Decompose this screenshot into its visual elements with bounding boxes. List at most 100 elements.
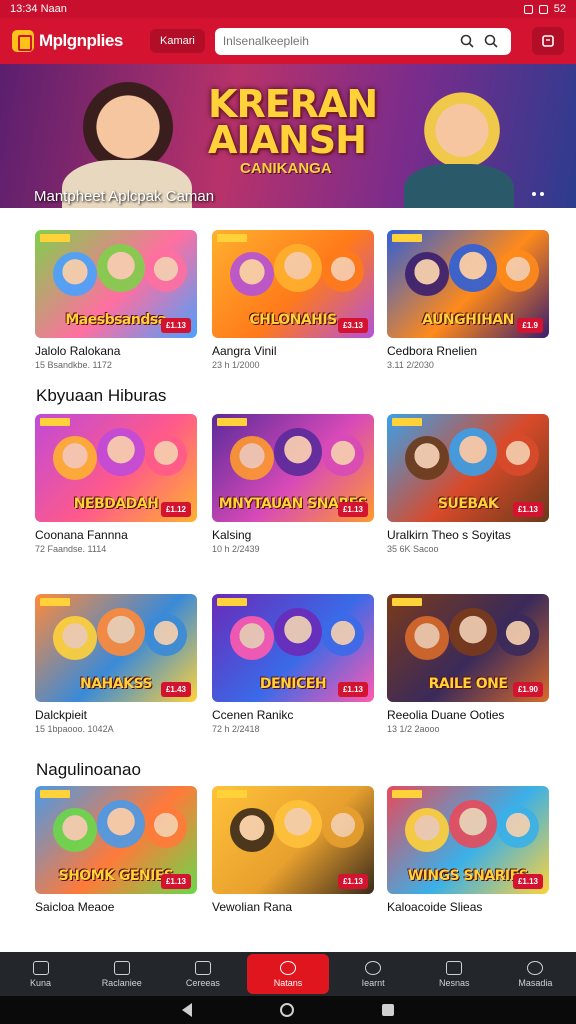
nav-item-2[interactable]: Cereeas (162, 952, 243, 996)
app-logo[interactable]: Mplgnplies (12, 30, 140, 52)
battery-level: 52 (553, 3, 566, 15)
game-title[interactable]: Reeolia Duane Ooties (387, 708, 549, 722)
price-badge[interactable]: £1.13 (337, 874, 368, 889)
game-character-art (322, 250, 364, 292)
hero-banner[interactable]: KRERAN AIANSH CANIKANGA Mantpheet Aplcpa… (0, 64, 576, 208)
game-title[interactable]: Dalckpieit (35, 708, 197, 722)
hero-character-right-body (404, 164, 514, 208)
cart-button[interactable] (532, 27, 564, 55)
game-character-art (274, 244, 322, 292)
nav-item-3[interactable]: Natans (247, 954, 329, 994)
game-title[interactable]: Saicloa Meaoe (35, 900, 197, 914)
nav-item-6[interactable]: Masadia (495, 952, 576, 996)
nav-item-5[interactable]: Nesnas (414, 952, 495, 996)
game-title[interactable]: Ccenen Ranikc (212, 708, 374, 722)
game-title[interactable]: Aangra Vinil (212, 344, 374, 358)
game-thumbnail[interactable]: MNYTAUAN SNARES £1.13 (212, 414, 374, 522)
game-character-art (405, 252, 449, 296)
price-badge[interactable]: £1.13 (160, 874, 191, 889)
game-thumbnail[interactable]: DENICEH £1.13 (212, 594, 374, 702)
promo-tag (392, 234, 422, 242)
carousel-indicator[interactable] (532, 192, 544, 196)
game-character-art (53, 436, 97, 480)
nav-label: Kuna (30, 977, 52, 988)
home-circle-icon[interactable] (280, 1003, 294, 1017)
nav-item-0[interactable]: Kuna (0, 952, 81, 996)
price-badge[interactable]: £1.13 (337, 682, 368, 697)
price-badge[interactable]: £1.13 (337, 502, 368, 517)
game-title[interactable]: Vewolian Rana (212, 900, 374, 914)
game-meta: 23 h 1/2000 (212, 360, 260, 370)
section-title-3: Nagulinoanao (36, 760, 141, 779)
game-card[interactable]: RAILE ONE £1.90 Reeolia Duane Ooties 13 1/2… (387, 594, 549, 734)
recent-apps-icon[interactable] (382, 1004, 394, 1016)
game-thumbnail[interactable]: SHOMK GENIES £1.13 (35, 786, 197, 894)
game-thumbnail[interactable]: Maesbsandsa £1.13 (35, 230, 197, 338)
game-character-art (145, 250, 187, 292)
game-title[interactable]: Coonana Fannna (35, 528, 197, 542)
game-thumbnail[interactable]: AUNGHIHAN £1.9 (387, 230, 549, 338)
globe-icon (365, 960, 382, 975)
game-character-art (97, 800, 145, 848)
price-badge[interactable]: £1.43 (160, 682, 191, 697)
signal-icon (538, 4, 548, 14)
price-badge[interactable]: £1.12 (160, 502, 191, 517)
game-card[interactable]: WINGS SNARIES £1.13 Kaloacoide Slieas (387, 786, 549, 914)
game-thumbnail[interactable]: £1.13 (212, 786, 374, 894)
game-character-art (53, 808, 97, 852)
game-thumbnail[interactable]: NEBDADAH £1.12 (35, 414, 197, 522)
game-title[interactable]: Kalsing (212, 528, 374, 542)
nav-label: Cereeas (185, 977, 220, 988)
game-card[interactable]: SHOMK GENIES £1.13 Saicloa Meaoe (35, 786, 197, 914)
game-title[interactable]: Jalolo Ralokana (35, 344, 197, 358)
game-card[interactable]: DENICEH £1.13 Ccenen Ranikc 72 h 2/2418 (212, 594, 374, 734)
game-thumbnail[interactable]: CHLONAHIS £3.13 (212, 230, 374, 338)
game-character-art (322, 806, 364, 848)
promo-tag (217, 790, 247, 798)
category-menu-button[interactable]: Kamari (150, 29, 205, 53)
hero-subtitle: CANIKANGA (240, 160, 332, 177)
game-card[interactable]: SUEBAK £1.13 Uralkirn Theo s Soyitas 35 6K … (387, 414, 549, 554)
game-card[interactable]: Maesbsandsa £1.13 Jalolo Ralokana 15 Bsandk… (35, 230, 197, 370)
game-catalog: Kbyuaan Hiburas Nagulinoanao Maesbsandsa… (0, 208, 576, 952)
cart-icon (542, 35, 554, 47)
search-icon[interactable] (455, 31, 479, 51)
price-badge[interactable]: £1.13 (160, 318, 191, 333)
price-badge[interactable]: £1.13 (512, 874, 543, 889)
game-character-art (274, 608, 322, 656)
game-thumbnail[interactable]: RAILE ONE £1.90 (387, 594, 549, 702)
trophy-icon (279, 960, 296, 975)
game-card[interactable]: £1.13 Vewolian Rana (212, 786, 374, 914)
price-badge[interactable]: £3.13 (337, 318, 368, 333)
nav-item-1[interactable]: Raclaniee (81, 952, 162, 996)
game-character-art (497, 806, 539, 848)
game-title[interactable]: Uralkirn Theo s Soyitas (387, 528, 549, 542)
game-card[interactable]: NAHAKSS £1.43 Dalckpieit 15 1bpaooo. 1042A (35, 594, 197, 734)
game-character-art (449, 608, 497, 656)
game-meta: 35 6K Sacoo (387, 544, 439, 554)
game-meta: 13 1/2 2aooo (387, 724, 440, 734)
promo-tag (217, 598, 247, 606)
app-header: Mplgnplies Kamari (0, 18, 576, 64)
game-thumbnail[interactable]: SUEBAK £1.13 (387, 414, 549, 522)
game-title[interactable]: Kaloacoide Slieas (387, 900, 549, 914)
game-thumbnail[interactable]: WINGS SNARIES £1.13 (387, 786, 549, 894)
price-badge[interactable]: £1.90 (512, 682, 543, 697)
price-badge[interactable]: £1.9 (517, 318, 543, 333)
game-meta: 10 h 2/2439 (212, 544, 260, 554)
voice-search-icon[interactable] (479, 31, 503, 51)
game-thumbnail[interactable]: NAHAKSS £1.43 (35, 594, 197, 702)
promo-tag (40, 598, 70, 606)
game-card[interactable]: CHLONAHIS £3.13 Aangra Vinil 23 h 1/2000 (212, 230, 374, 370)
back-icon[interactable] (182, 1003, 192, 1017)
game-meta: 72 h 2/2418 (212, 724, 260, 734)
game-card[interactable]: MNYTAUAN SNARES £1.13 Kalsing 10 h 2/2439 (212, 414, 374, 554)
nav-item-4[interactable]: Iearnt (333, 952, 414, 996)
price-badge[interactable]: £1.13 (512, 502, 543, 517)
promo-tag (40, 234, 70, 242)
game-title[interactable]: Cedbora Rnelien (387, 344, 549, 358)
game-card[interactable]: NEBDADAH £1.12 Coonana Fannna 72 Faandse. 1… (35, 414, 197, 554)
game-character-art (230, 616, 274, 660)
game-card[interactable]: AUNGHIHAN £1.9 Cedbora Rnelien 3.11 2/2030 (387, 230, 549, 370)
search-input[interactable] (222, 34, 455, 48)
